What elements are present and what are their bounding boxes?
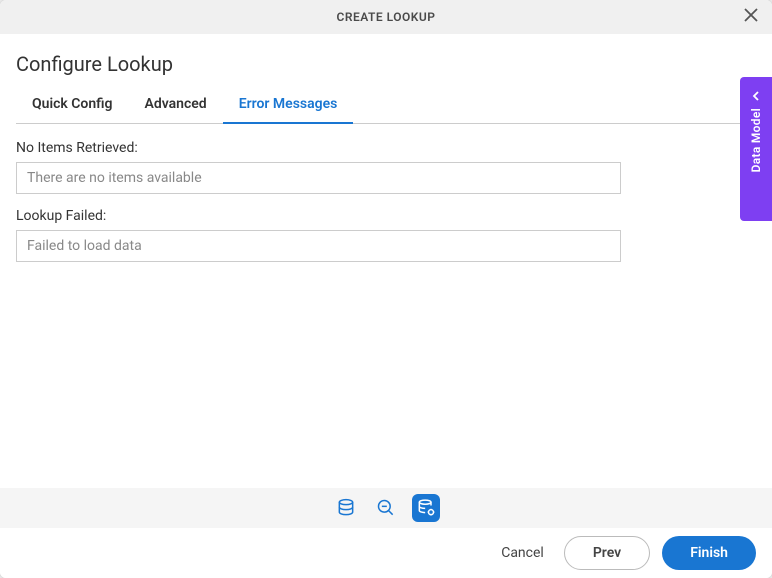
- no-items-field-group: No Items Retrieved:: [16, 140, 621, 194]
- step-data-source[interactable]: [332, 494, 360, 522]
- lookup-failed-label: Lookup Failed:: [16, 208, 621, 224]
- database-settings-icon: [416, 498, 436, 518]
- modal-header: CREATE LOOKUP: [0, 0, 772, 34]
- lookup-failed-field-group: Lookup Failed:: [16, 208, 621, 262]
- section-title: Configure Lookup: [16, 52, 756, 76]
- data-model-panel-toggle[interactable]: Data Model: [740, 77, 772, 221]
- database-icon: [336, 498, 356, 518]
- data-model-label: Data Model: [749, 108, 763, 172]
- no-items-input[interactable]: [16, 162, 621, 194]
- create-lookup-modal: CREATE LOOKUP Configure Lookup Quick Con…: [0, 0, 772, 578]
- cancel-button[interactable]: Cancel: [493, 539, 552, 567]
- tab-advanced[interactable]: Advanced: [129, 88, 223, 124]
- tab-quick-config[interactable]: Quick Config: [16, 88, 129, 124]
- modal-body: Configure Lookup Quick Config Advanced E…: [0, 34, 772, 488]
- step-configure[interactable]: [412, 494, 440, 522]
- modal-title: CREATE LOOKUP: [337, 10, 436, 24]
- wizard-step-bar: [0, 488, 772, 528]
- close-button[interactable]: [740, 6, 762, 28]
- finish-button[interactable]: Finish: [662, 536, 756, 570]
- close-icon: [744, 8, 758, 26]
- modal-footer: Cancel Prev Finish: [0, 528, 772, 578]
- chevron-left-icon: [751, 87, 761, 102]
- lookup-failed-input[interactable]: [16, 230, 621, 262]
- prev-button[interactable]: Prev: [564, 536, 650, 570]
- tab-list: Quick Config Advanced Error Messages: [16, 88, 756, 124]
- search-minus-icon: [376, 498, 396, 518]
- tab-error-messages[interactable]: Error Messages: [223, 88, 354, 124]
- no-items-label: No Items Retrieved:: [16, 140, 621, 156]
- step-filter[interactable]: [372, 494, 400, 522]
